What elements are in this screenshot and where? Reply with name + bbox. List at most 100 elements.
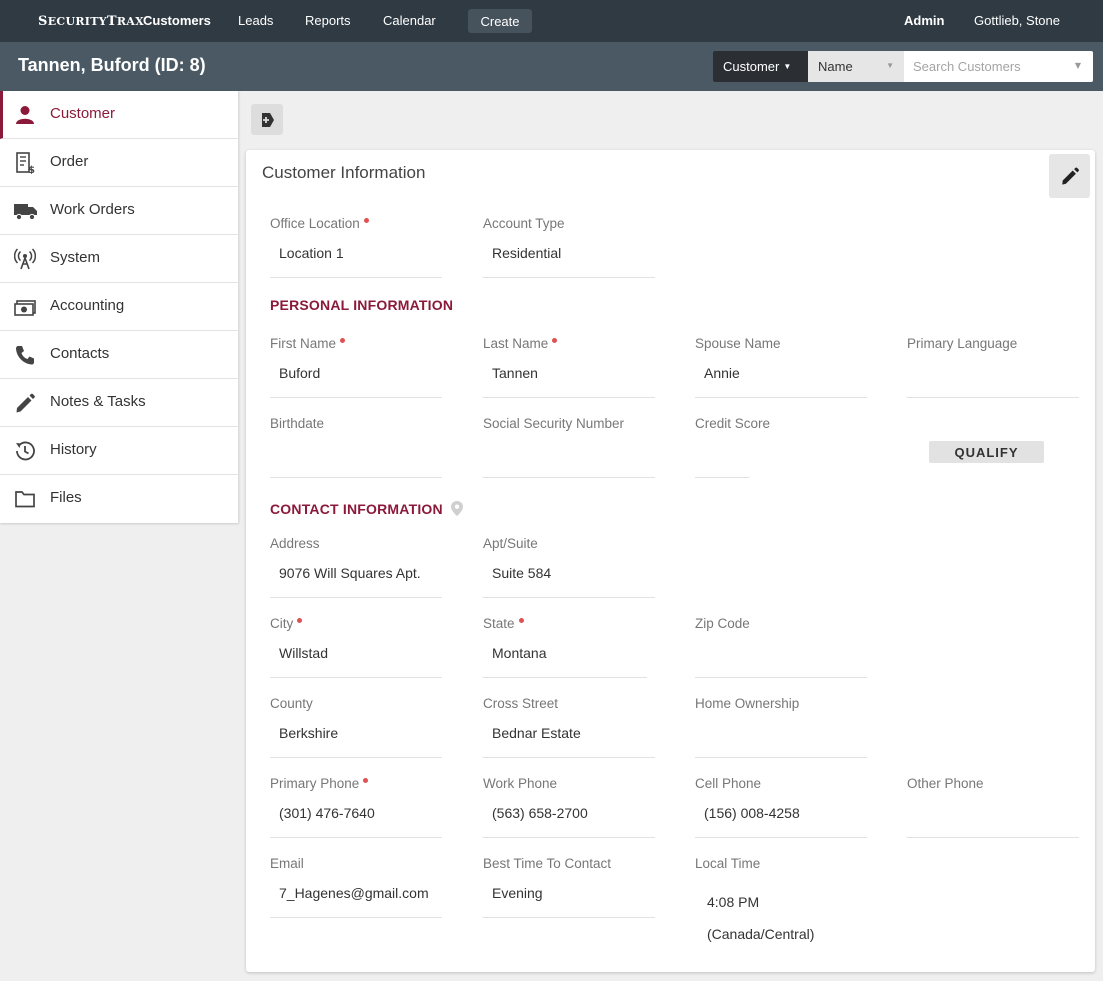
- cell-phone-value[interactable]: (156) 008-4258: [695, 800, 867, 838]
- state-field: State Montana: [483, 616, 647, 678]
- ssn-field: Social Security Number: [483, 416, 655, 478]
- sidebar-item-contacts[interactable]: Contacts: [0, 331, 238, 379]
- required-indicator: [340, 338, 346, 343]
- email-value[interactable]: 7_Hagenes@gmail.com: [270, 880, 442, 918]
- contact-info-heading: CONTACT INFORMATION: [270, 501, 463, 517]
- chevron-down-icon: ▼: [1074, 61, 1081, 70]
- brand-logo[interactable]: SECURITYTRAX: [38, 14, 144, 29]
- sidebar-item-label: Order: [50, 153, 89, 170]
- truck-icon: [14, 200, 37, 222]
- email-field: Email 7_Hagenes@gmail.com: [270, 856, 442, 918]
- city-value[interactable]: Willstad: [270, 640, 442, 678]
- required-indicator: [297, 618, 303, 623]
- zip-code-value[interactable]: [695, 640, 867, 678]
- cross-street-field: Cross Street Bednar Estate: [483, 696, 655, 758]
- address-value[interactable]: 9076 Will Squares Apt.: [270, 560, 442, 598]
- primary-phone-field: Primary Phone (301) 476-7640: [270, 776, 442, 838]
- pencil-icon: [14, 392, 36, 414]
- sidebar-item-label: Files: [50, 489, 82, 506]
- sidebar-item-label: System: [50, 249, 101, 266]
- sidebar-item-system[interactable]: System: [0, 235, 238, 283]
- account-type-value[interactable]: Residential: [483, 240, 655, 278]
- phone-icon: [14, 344, 36, 366]
- create-button[interactable]: Create: [468, 9, 532, 33]
- first-name-value[interactable]: Buford: [270, 360, 442, 398]
- apt-suite-field: Apt/Suite Suite 584: [483, 536, 655, 598]
- primary-language-value[interactable]: [907, 360, 1079, 398]
- state-value[interactable]: Montana: [483, 640, 647, 678]
- other-phone-value[interactable]: [907, 800, 1079, 838]
- work-phone-field: Work Phone (563) 658-2700: [483, 776, 655, 838]
- spouse-name-field: Spouse Name Annie: [695, 336, 867, 398]
- add-note-button[interactable]: [251, 104, 283, 135]
- folder-icon: [14, 488, 36, 510]
- sidebar-item-notes-tasks[interactable]: Notes & Tasks: [0, 379, 238, 427]
- sidebar-item-label: History: [50, 441, 97, 458]
- sidebar-item-history[interactable]: History: [0, 427, 238, 475]
- chevron-down-icon: ▼: [886, 61, 894, 70]
- nav-admin[interactable]: Admin: [904, 13, 944, 28]
- cross-street-value[interactable]: Bednar Estate: [483, 720, 655, 758]
- pencil-icon: [1061, 167, 1079, 185]
- sidebar-item-label: Notes & Tasks: [50, 393, 146, 410]
- search-field-select[interactable]: Name ▼: [808, 51, 904, 82]
- first-name-field: First Name Buford: [270, 336, 442, 398]
- nav-leads[interactable]: Leads: [238, 13, 273, 28]
- required-indicator: [363, 218, 369, 223]
- map-pin-icon[interactable]: [450, 501, 463, 516]
- required-indicator: [518, 618, 524, 623]
- credit-score-field: Credit Score: [695, 416, 770, 478]
- apt-suite-value[interactable]: Suite 584: [483, 560, 655, 598]
- best-time-value[interactable]: Evening: [483, 880, 655, 918]
- search-type-select[interactable]: Customer ▼: [713, 51, 808, 82]
- clock-icon: [14, 440, 36, 462]
- sidebar-item-order[interactable]: $ Order: [0, 139, 238, 187]
- top-nav: SECURITYTRAX Customers Leads Reports Cal…: [0, 0, 1103, 42]
- primary-phone-value[interactable]: (301) 476-7640: [270, 800, 442, 838]
- account-type-field: Account Type Residential: [483, 216, 655, 278]
- home-ownership-field: Home Ownership: [695, 696, 867, 758]
- zip-code-field: Zip Code: [695, 616, 867, 678]
- work-phone-value[interactable]: (563) 658-2700: [483, 800, 655, 838]
- customer-info-card: Customer Information Office Location Loc…: [246, 150, 1095, 972]
- nav-reports[interactable]: Reports: [305, 13, 351, 28]
- sidebar-item-files[interactable]: Files: [0, 475, 238, 523]
- required-indicator: [552, 338, 558, 343]
- other-phone-field: Other Phone: [907, 776, 1079, 838]
- sidebar-item-accounting[interactable]: Accounting: [0, 283, 238, 331]
- primary-language-field: Primary Language: [907, 336, 1079, 398]
- office-location-value[interactable]: Location 1: [270, 240, 442, 278]
- best-time-field: Best Time To Contact Evening: [483, 856, 655, 918]
- credit-score-value[interactable]: [695, 440, 749, 478]
- header-bar: Tannen, Buford (ID: 8) Customer▼ Name▼ ▼: [0, 42, 1103, 91]
- required-indicator: [363, 778, 369, 783]
- antenna-icon: [13, 248, 37, 270]
- personal-info-heading: PERSONAL INFORMATION: [270, 297, 454, 313]
- home-ownership-value[interactable]: [695, 720, 867, 758]
- search-input[interactable]: [904, 51, 1093, 82]
- qualify-button[interactable]: QUALIFY: [929, 441, 1044, 463]
- person-icon: [14, 104, 36, 126]
- local-time-value: 4:08 PM (Canada/Central): [707, 894, 815, 942]
- last-name-field: Last Name Tannen: [483, 336, 655, 398]
- nav-customers[interactable]: Customers: [143, 13, 211, 28]
- sidebar-item-customer[interactable]: Customer: [0, 91, 238, 139]
- cell-phone-field: Cell Phone (156) 008-4258: [695, 776, 867, 838]
- birthdate-value[interactable]: [270, 440, 442, 478]
- sidebar-item-work-orders[interactable]: Work Orders: [0, 187, 238, 235]
- county-value[interactable]: Berkshire: [270, 720, 442, 758]
- edit-button[interactable]: [1049, 154, 1090, 198]
- birthdate-field: Birthdate: [270, 416, 442, 478]
- ssn-value[interactable]: [483, 440, 655, 478]
- sidebar-item-label: Customer: [50, 105, 116, 122]
- city-field: City Willstad: [270, 616, 442, 678]
- receipt-icon: $: [14, 152, 36, 176]
- note-add-icon: [262, 112, 274, 127]
- office-location-field: Office Location Location 1: [270, 216, 442, 278]
- nav-user-menu[interactable]: Gottlieb, Stone: [974, 13, 1060, 28]
- nav-calendar[interactable]: Calendar: [383, 13, 436, 28]
- county-field: County Berkshire: [270, 696, 442, 758]
- address-field: Address 9076 Will Squares Apt.: [270, 536, 442, 598]
- last-name-value[interactable]: Tannen: [483, 360, 655, 398]
- spouse-name-value[interactable]: Annie: [695, 360, 867, 398]
